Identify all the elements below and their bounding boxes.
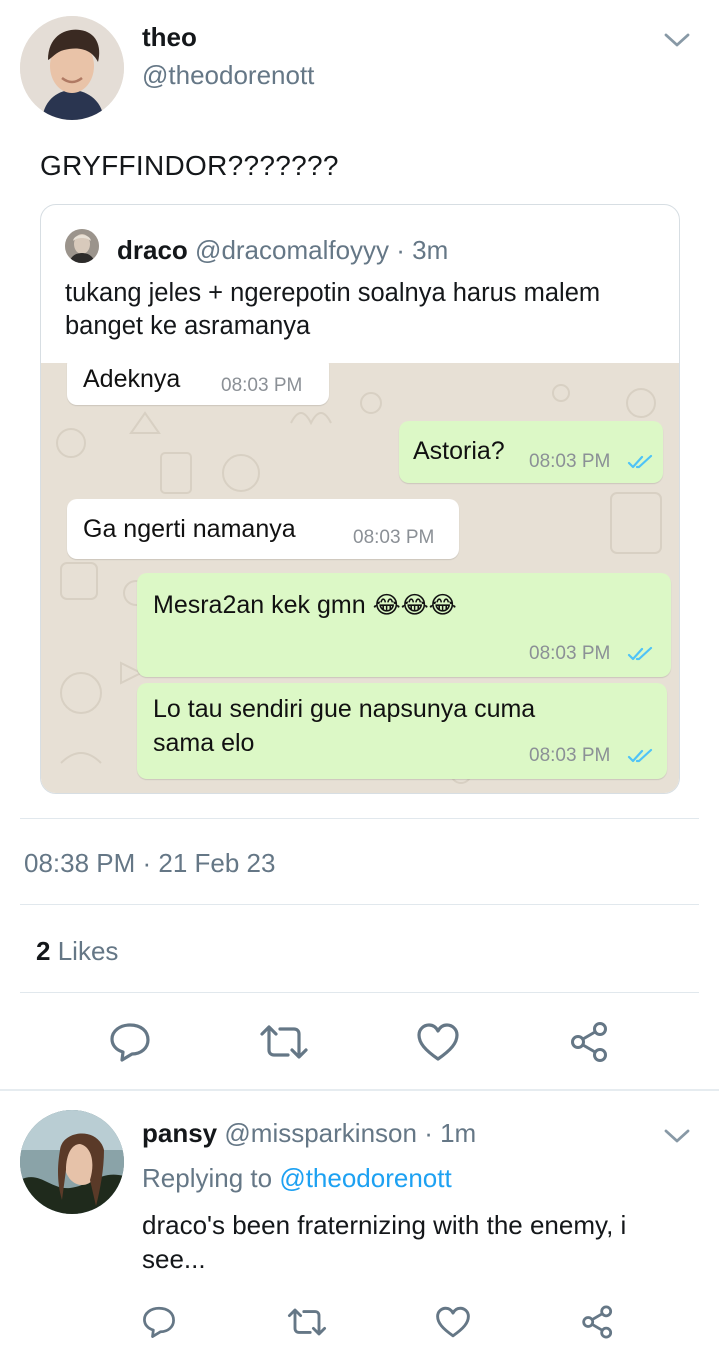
- likes-number: 2: [36, 936, 51, 966]
- message-text: Astoria?: [413, 437, 505, 465]
- message-time: 08:03 PM: [221, 375, 303, 396]
- likes-label: Likes: [57, 936, 119, 966]
- chevron-down-icon[interactable]: [662, 30, 692, 50]
- retweet-icon: [287, 1308, 327, 1336]
- retweet-button[interactable]: [256, 1018, 312, 1066]
- message-text: Ga ngerti namanya: [83, 515, 296, 543]
- like-button[interactable]: [432, 1302, 474, 1342]
- avatar[interactable]: [20, 16, 124, 120]
- share-button[interactable]: [578, 1302, 618, 1342]
- chat-bubble-outgoing: Lo tau sendiri gue napsunya cuma sama el…: [137, 683, 667, 779]
- message-time: 08:03 PM: [529, 451, 611, 472]
- chat-screenshot-image[interactable]: Adeknya 08:03 PM Astoria? 08:03 PM Ga ng…: [41, 363, 679, 793]
- replying-to: Replying to @theodorenott: [142, 1163, 452, 1194]
- double-check-icon: [627, 748, 653, 763]
- double-check-icon: [627, 646, 653, 661]
- quote-time: · 3m: [396, 235, 449, 265]
- reply-text: draco's been fraternizing with the enemy…: [142, 1210, 627, 1274]
- section-separator: [0, 1089, 719, 1091]
- reply-button[interactable]: [138, 1302, 180, 1342]
- replying-to-label: Replying to: [142, 1163, 273, 1193]
- retweet-icon: [260, 1025, 308, 1059]
- mention-link[interactable]: @theodorenott: [279, 1163, 451, 1193]
- likes-count[interactable]: 2 Likes: [36, 936, 118, 967]
- quote-avatar: [65, 229, 99, 263]
- divider: [20, 904, 699, 905]
- message-text: Mesra2an kek gmn 😂😂😂: [153, 591, 457, 619]
- message-time: 08:03 PM: [529, 745, 611, 766]
- chat-bubble-outgoing: Astoria? 08:03 PM: [399, 421, 663, 483]
- divider: [20, 992, 699, 993]
- heart-icon: [436, 1306, 470, 1338]
- tweet-text: GRYFFINDOR???????: [40, 150, 339, 181]
- message-text: Adeknya: [83, 365, 181, 393]
- chat-bubble-incoming: Ga ngerti namanya 08:03 PM: [67, 499, 459, 559]
- reply-header: pansy @missparkinson · 1m: [142, 1118, 476, 1149]
- reply-button[interactable]: [104, 1018, 156, 1066]
- quote-text: tukang jeles + ngerepotin soalnya harus …: [65, 279, 601, 340]
- divider: [20, 818, 699, 819]
- reply-icon: [143, 1306, 175, 1338]
- double-check-icon: [627, 454, 653, 469]
- reply-handle[interactable]: @missparkinson: [224, 1118, 417, 1148]
- tweet-timestamp[interactable]: 08:38 PM · 21 Feb 23: [24, 848, 275, 879]
- tears-of-joy-emoji-icon: 😂😂😂: [372, 592, 457, 619]
- reply-avatar[interactable]: [20, 1110, 124, 1214]
- message-time: 08:03 PM: [529, 643, 611, 664]
- reply-icon: [110, 1023, 150, 1062]
- chat-bubble-outgoing: Mesra2an kek gmn 😂😂😂 08:03 PM: [137, 573, 671, 677]
- chat-bubble-incoming: Adeknya 08:03 PM: [67, 363, 329, 405]
- chevron-down-icon[interactable]: [662, 1126, 692, 1146]
- share-button[interactable]: [566, 1018, 614, 1066]
- quote-handle: @dracomalfoyyy: [195, 235, 390, 265]
- user-handle[interactable]: @theodorenott: [142, 60, 314, 91]
- quote-display-name: draco: [117, 235, 188, 265]
- quoted-tweet-card[interactable]: draco @dracomalfoyyy · 3m tukang jeles +…: [40, 204, 680, 794]
- message-time: 08:03 PM: [353, 527, 435, 548]
- message-text-line-2: sama elo: [153, 729, 255, 757]
- like-button[interactable]: [412, 1018, 464, 1066]
- display-name[interactable]: theo: [142, 22, 197, 53]
- quote-header: draco @dracomalfoyyy · 3m: [117, 235, 448, 266]
- share-icon: [582, 1305, 613, 1339]
- heart-icon: [417, 1023, 459, 1061]
- reply-time: · 1m: [424, 1118, 477, 1148]
- share-icon: [571, 1022, 607, 1062]
- message-text-line-1: Lo tau sendiri gue napsunya cuma: [153, 695, 536, 723]
- reply-display-name[interactable]: pansy: [142, 1118, 217, 1148]
- retweet-button[interactable]: [284, 1302, 330, 1342]
